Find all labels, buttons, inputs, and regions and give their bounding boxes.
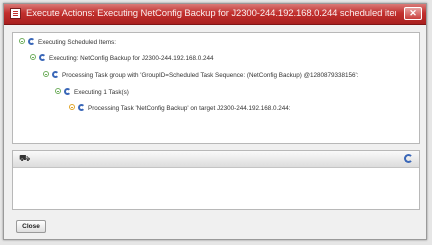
tree-node[interactable]: Executing 1 Task(s) xyxy=(55,87,129,98)
close-window-button[interactable]: ✕ xyxy=(404,7,422,20)
tree-node[interactable]: Processing Task 'NetConfig Backup' on ta… xyxy=(69,103,291,114)
tree-node[interactable]: Executing: NetConfig Backup for J2300-24… xyxy=(30,53,214,64)
tree-node-label: Executing Scheduled Items: xyxy=(38,39,117,46)
collapse-icon[interactable] xyxy=(30,54,36,61)
collapse-icon[interactable] xyxy=(43,71,49,78)
tree-node-label: Processing Task group with 'GroupID=Sche… xyxy=(62,72,359,79)
execute-actions-dialog: Execute Actions: Executing NetConfig Bac… xyxy=(3,3,427,240)
tree-node[interactable]: Processing Task group with 'GroupID=Sche… xyxy=(43,70,359,81)
spinner-icon xyxy=(78,103,85,111)
window-title: Execute Actions: Executing NetConfig Bac… xyxy=(26,8,396,19)
tree-node-label: Executing: NetConfig Backup for J2300-24… xyxy=(49,55,214,62)
refresh-icon[interactable] xyxy=(404,154,413,163)
details-toolbar: ⛟ xyxy=(13,151,419,168)
title-bar[interactable]: Execute Actions: Executing NetConfig Bac… xyxy=(4,4,426,25)
tree-node-label: Processing Task 'NetConfig Backup' on ta… xyxy=(88,105,291,112)
execution-tree: Executing Scheduled Items: Executing: Ne… xyxy=(12,32,420,144)
spinner-icon xyxy=(28,37,35,45)
close-button[interactable]: Close xyxy=(16,220,46,233)
binoculars-icon[interactable]: ⛟ xyxy=(19,154,30,163)
collapse-icon[interactable] xyxy=(55,88,61,95)
collapse-icon[interactable] xyxy=(19,38,25,45)
details-panel: ⛟ xyxy=(12,150,420,210)
window-icon xyxy=(10,8,21,19)
tree-node-label: Executing 1 Task(s) xyxy=(74,89,129,96)
status-dot-icon xyxy=(69,104,75,111)
spinner-icon xyxy=(64,87,71,95)
tree-node[interactable]: Executing Scheduled Items: xyxy=(19,37,117,48)
spinner-icon xyxy=(39,53,46,61)
spinner-icon xyxy=(52,70,59,78)
